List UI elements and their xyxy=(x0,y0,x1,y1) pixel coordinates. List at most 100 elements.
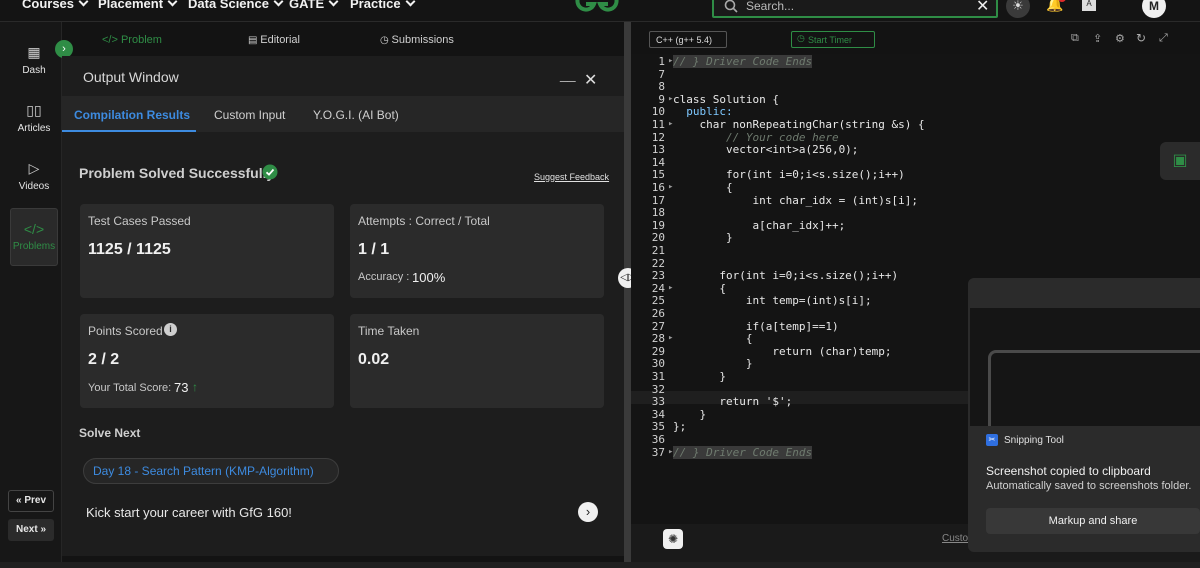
rail-item-label: Videos xyxy=(18,181,50,192)
taskbar xyxy=(0,562,1200,568)
search-input[interactable]: Search... xyxy=(746,0,794,13)
fullscreen-icon[interactable]: ⤢ xyxy=(1159,32,1168,45)
search-box[interactable]: Search... ✕ xyxy=(712,0,998,18)
accuracy-value: 100% xyxy=(412,270,446,285)
snipping-tool-notification[interactable]: ✂ Snipping Tool Screenshot copied to cli… xyxy=(968,278,1200,552)
code-icon: </> xyxy=(23,221,45,237)
line-number: 25 xyxy=(651,294,665,308)
code-line: // } Driver Code Ends xyxy=(673,445,813,459)
nav-data-science[interactable]: Data Science xyxy=(188,0,284,11)
snip-preview-frame xyxy=(988,350,1200,426)
accuracy-label: Accuracy : xyxy=(358,271,410,283)
chevron-down-icon xyxy=(328,0,339,7)
line-number: 10 xyxy=(651,105,665,119)
search-icon xyxy=(724,0,738,13)
line-number: 33 xyxy=(651,395,665,409)
output-tabs: Compilation Results Custom Input Y.O.G.I… xyxy=(62,96,624,132)
line-number: 34 xyxy=(651,407,665,421)
code-line: // } Driver Code Ends xyxy=(673,55,813,68)
line-number: 22 xyxy=(651,256,665,270)
language-select[interactable]: C++ (g++ 5.4) xyxy=(649,31,727,48)
rail-item-label: Problems xyxy=(12,241,56,252)
code-line: if(a[temp]==1) xyxy=(673,319,839,333)
close-icon[interactable]: ✕ xyxy=(976,0,989,16)
upload-icon[interactable]: ⇪ xyxy=(1093,32,1102,45)
translate-icon[interactable]: A xyxy=(1082,0,1096,11)
line-number: 21 xyxy=(651,244,665,257)
nav-practice[interactable]: Practice xyxy=(350,0,416,11)
code-line: } xyxy=(673,357,753,371)
line-number: 32 xyxy=(651,382,665,396)
markup-and-share-button[interactable]: Markup and share xyxy=(986,508,1200,534)
suggest-feedback-link[interactable]: Suggest Feedback xyxy=(534,172,609,182)
rail-item-articles[interactable]: ▯▯ Articles xyxy=(10,102,58,158)
code-line: char nonRepeatingChar(string &s) { xyxy=(673,118,925,131)
custom-input-link[interactable]: Custo xyxy=(942,533,968,544)
lightbulb-icon[interactable]: ✺ xyxy=(663,529,683,549)
line-number: 27 xyxy=(651,319,665,333)
line-number: 9 xyxy=(658,92,665,106)
next-problem-chip[interactable]: Day 18 - Search Pattern (KMP-Algorithm) xyxy=(83,458,339,484)
line-number: 35 xyxy=(651,420,665,434)
total-score-label: Your Total Score: xyxy=(88,382,172,394)
code-line: { xyxy=(673,181,733,194)
line-number: 29 xyxy=(651,344,665,358)
rail-item-problems[interactable]: </> Problems xyxy=(10,208,58,266)
snip-app-name: Snipping Tool xyxy=(1004,435,1064,446)
line-number: 18 xyxy=(651,206,665,220)
code-line: a[char_idx]++; xyxy=(673,218,846,232)
line-number: 23 xyxy=(651,269,665,283)
copy-icon[interactable]: ⧉ xyxy=(1071,32,1079,45)
attempts-card: Attempts : Correct / Total 1 / 1 Accurac… xyxy=(350,204,604,298)
close-icon[interactable]: ✕ xyxy=(584,70,597,90)
code-line: { xyxy=(673,281,726,295)
code-line: { xyxy=(673,332,753,346)
nav-courses-label: Courses xyxy=(22,0,75,11)
nav-courses[interactable]: Courses xyxy=(22,0,89,11)
code-line: }; xyxy=(673,420,687,434)
nav-placement[interactable]: Placement xyxy=(98,0,178,11)
tab-problem[interactable]: </> Problem xyxy=(102,34,162,46)
nav-gate[interactable]: GATE xyxy=(289,0,339,11)
panel-splitter[interactable] xyxy=(624,22,631,568)
code-line: class Solution { xyxy=(673,92,779,106)
line-number: 37 xyxy=(651,445,665,459)
prev-button[interactable]: « Prev xyxy=(8,490,54,512)
minimize-icon[interactable]: __ xyxy=(560,66,576,82)
left-rail: ▦ Dash ▯▯ Articles ▷ Videos </> Problems… xyxy=(0,22,62,568)
status-heading: Problem Solved Successfully xyxy=(79,165,275,181)
snip-preview xyxy=(970,308,1200,426)
tab-editorial-label: Editorial xyxy=(260,34,300,46)
rail-item-label: Dash xyxy=(22,65,46,76)
chevron-down-icon xyxy=(78,0,89,7)
chat-icon[interactable]: ▣ xyxy=(1160,142,1200,180)
promo-arrow-button[interactable]: › xyxy=(578,502,598,522)
line-number: 7 xyxy=(658,67,665,81)
tab-editorial[interactable]: ▤ Editorial xyxy=(248,34,300,46)
timer-icon: ◷ xyxy=(797,33,805,43)
tab-compilation-results[interactable]: Compilation Results xyxy=(74,108,190,122)
snip-subtitle: Automatically saved to screenshots folde… xyxy=(986,480,1192,492)
play-icon: ▷ xyxy=(28,160,40,176)
gfg-logo-icon[interactable] xyxy=(574,0,620,16)
avatar[interactable]: M xyxy=(1142,0,1166,18)
info-icon[interactable]: i xyxy=(164,323,177,336)
line-number: 36 xyxy=(651,433,665,446)
document-icon: ▤ xyxy=(248,35,261,46)
time-card: Time Taken 0.02 xyxy=(350,314,604,408)
tab-custom-input[interactable]: Custom Input xyxy=(214,108,285,122)
code-line: for(int i=0;i<s.size();i++) xyxy=(673,168,905,182)
reset-icon[interactable]: ↻ xyxy=(1136,31,1146,45)
output-window: Output Window __ ✕ Compilation Results C… xyxy=(62,56,624,556)
tab-submissions[interactable]: ◷ Submissions xyxy=(380,34,454,46)
rail-item-dash[interactable]: ▦ Dash xyxy=(10,44,58,100)
theme-toggle-icon[interactable]: ☀ xyxy=(1006,0,1030,18)
code-line: // Your code here xyxy=(673,130,839,144)
code-line: return (char)temp; xyxy=(673,344,892,358)
tab-yogi-ai-bot[interactable]: Y.O.G.I. (AI Bot) xyxy=(313,108,399,122)
settings-icon[interactable]: ⚙ xyxy=(1115,32,1125,45)
chevron-down-icon xyxy=(167,0,178,7)
clock-icon: ◷ xyxy=(380,35,392,46)
dashboard-icon: ▦ xyxy=(27,44,41,60)
next-button[interactable]: Next » xyxy=(8,519,54,541)
